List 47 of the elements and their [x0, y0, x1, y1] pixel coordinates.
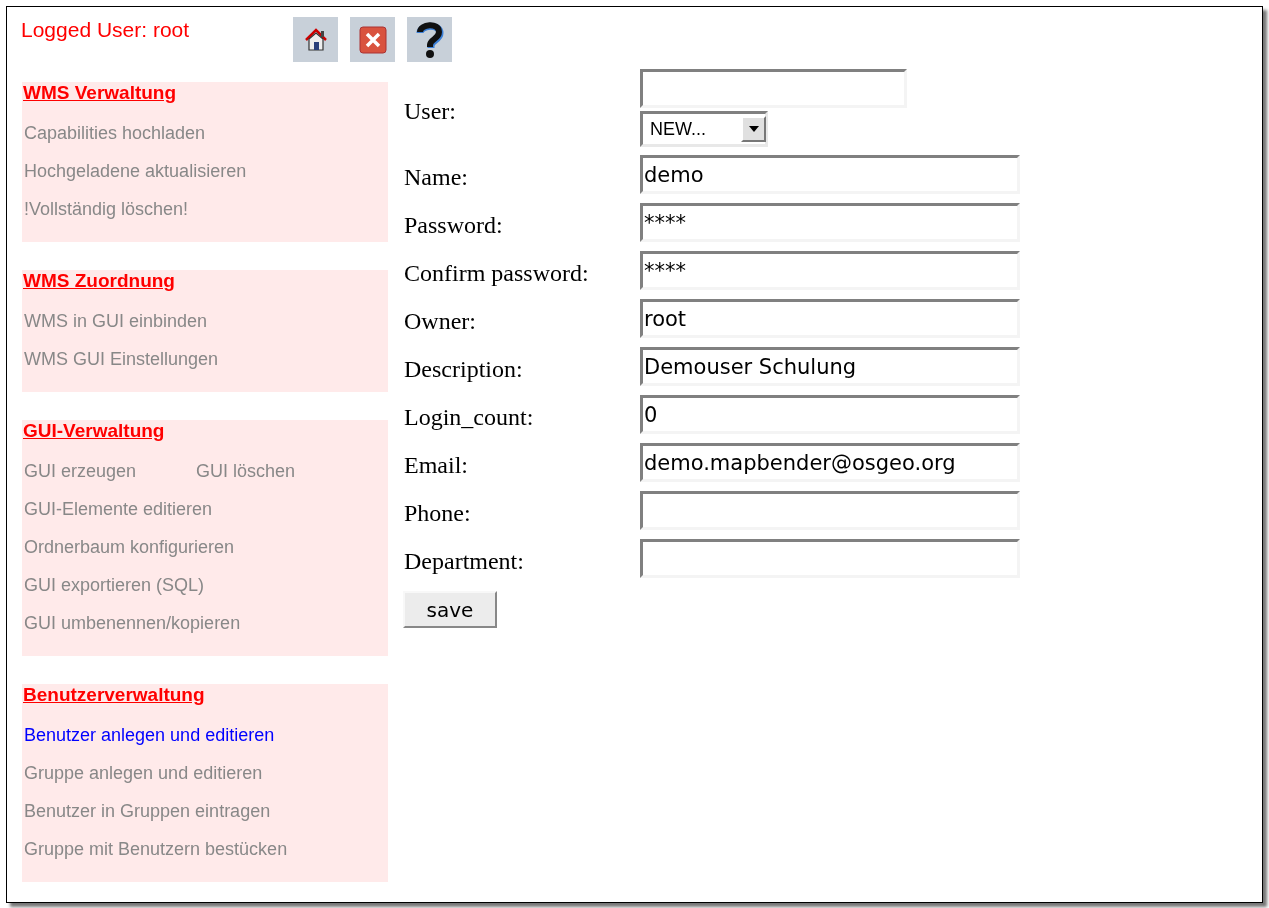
menu-link[interactable]: Hochgeladene aktualisieren: [24, 157, 247, 185]
menu-link[interactable]: Ordnerbaum konfigurieren: [24, 533, 235, 561]
close-icon: [358, 25, 387, 54]
menu-link[interactable]: Capabilities hochladen: [24, 119, 206, 147]
menu-heading-link[interactable]: Benutzerverwaltung: [23, 684, 205, 706]
input-field[interactable]: [640, 491, 1020, 530]
input-field[interactable]: [640, 69, 907, 108]
logged-user-text: Logged User: root: [21, 17, 191, 43]
input-field[interactable]: demo: [640, 155, 1020, 194]
save-button[interactable]: save: [403, 591, 497, 628]
help-icon: [414, 20, 445, 59]
menu-link[interactable]: Benutzer anlegen und editieren: [24, 721, 275, 749]
input-field[interactable]: 0: [640, 395, 1020, 434]
field-label: User:: [404, 97, 457, 126]
menu-heading-link[interactable]: GUI-Verwaltung: [23, 420, 165, 442]
field-label: Department:: [404, 547, 525, 576]
field-label: Confirm password:: [404, 259, 590, 288]
menu-link[interactable]: GUI löschen: [196, 457, 296, 485]
input-field[interactable]: root: [640, 299, 1020, 338]
menu-heading-link[interactable]: WMS Zuordnung: [23, 270, 175, 292]
input-field[interactable]: [640, 539, 1020, 578]
input-field[interactable]: ****: [640, 251, 1020, 290]
menu-link[interactable]: Gruppe mit Benutzern bestücken: [24, 835, 288, 863]
menu-link[interactable]: Benutzer in Gruppen eintragen: [24, 797, 271, 825]
menu-link[interactable]: GUI exportieren (SQL): [24, 571, 205, 599]
input-field[interactable]: Demouser Schulung: [640, 347, 1020, 386]
menu-link[interactable]: GUI umbenennen/kopieren: [24, 609, 241, 637]
field-label: Password:: [404, 211, 504, 240]
field-label: Owner:: [404, 307, 477, 336]
menu-link[interactable]: GUI-Elemente editieren: [24, 495, 213, 523]
menu-link[interactable]: WMS in GUI einbinden: [24, 307, 208, 335]
toolbar-button[interactable]: [293, 17, 338, 62]
input-field[interactable]: demo.mapbender@osgeo.org: [640, 443, 1020, 482]
menu-link[interactable]: GUI erzeugen: [24, 457, 137, 485]
field-label: Email:: [404, 451, 469, 480]
dropdown-value: NEW...: [650, 117, 707, 141]
field-label: Login_count:: [404, 403, 535, 432]
menu-link[interactable]: WMS GUI Einstellungen: [24, 345, 219, 373]
user-dropdown[interactable]: NEW...: [640, 111, 768, 147]
menu-link[interactable]: !Vollständig löschen!: [24, 195, 189, 223]
field-label: Name:: [404, 163, 469, 192]
input-field[interactable]: ****: [640, 203, 1020, 242]
menu-heading-link[interactable]: WMS Verwaltung: [23, 82, 177, 104]
menu-link[interactable]: Gruppe anlegen und editieren: [24, 759, 263, 787]
toolbar-button[interactable]: [407, 17, 452, 62]
field-label: Phone:: [404, 499, 472, 528]
field-label: Description:: [404, 355, 524, 384]
